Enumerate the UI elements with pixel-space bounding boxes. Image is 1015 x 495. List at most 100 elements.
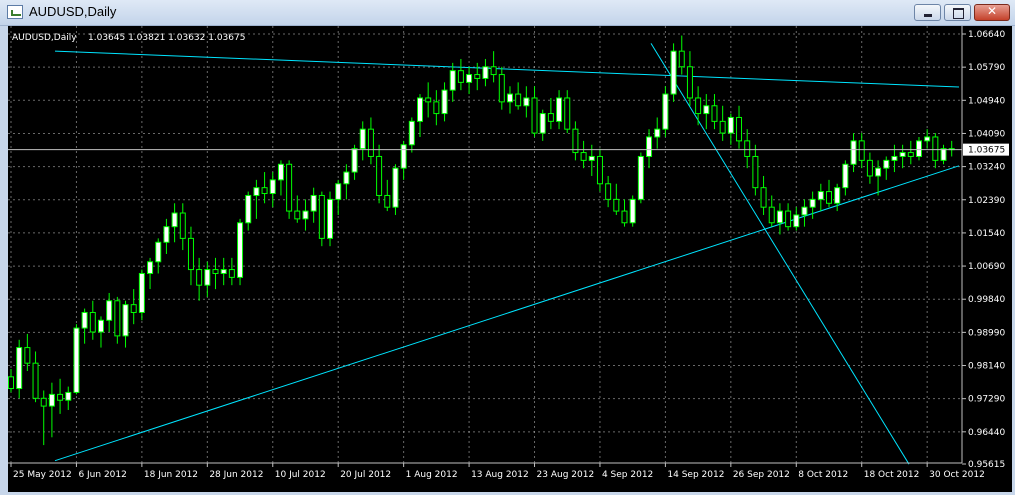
bear-candle-body [580, 152, 587, 161]
bull-candle-body [703, 105, 710, 115]
ohlc-readout: 1.03645 1.03821 1.03632 1.03675 [88, 33, 245, 43]
price-tick-label: 1.01540 [968, 229, 1005, 239]
bull-candle-body [801, 206, 808, 216]
bull-candle-body [654, 128, 661, 138]
price-tick-label: 0.98140 [968, 362, 1005, 372]
bear-candle-body [564, 97, 571, 130]
bear-candle-body [24, 347, 31, 364]
bull-candle-body [817, 191, 824, 200]
candle [73, 324, 80, 395]
last-price-label: 1.03675 [968, 146, 1005, 156]
bull-candle-body [556, 97, 563, 122]
price-tick-label: 1.03240 [968, 163, 1005, 173]
bear-candle-body [318, 194, 325, 239]
candlestick-chart[interactable]: 1.06640 1.05790 1.04940 1.04090 1.03240 1.023… [8, 26, 1012, 492]
bull-candle-body [441, 89, 448, 115]
bear-candle-body [425, 97, 432, 103]
bull-candle-body [899, 152, 906, 157]
bear-candle-body [114, 300, 121, 337]
time-tick-label: 28 Jun 2012 [209, 470, 263, 480]
price-tick-label: 0.99840 [968, 295, 1005, 305]
chart-symbol-label: AUDUSD,Daily [12, 33, 77, 43]
candle [629, 195, 636, 227]
bull-candle-body [883, 159, 890, 169]
bear-candle-body [376, 155, 383, 196]
bull-candle-body [809, 198, 816, 208]
bull-candle-body [466, 74, 473, 83]
candle [237, 218, 244, 286]
bear-candle-body [187, 237, 194, 271]
bull-candle-body [106, 300, 113, 321]
bull-candle-body [834, 187, 841, 204]
bear-candle-body [433, 101, 440, 115]
bull-candle-body [351, 148, 358, 173]
minimize-button[interactable] [914, 4, 941, 21]
time-tick-label: 10 Jul 2012 [275, 470, 326, 480]
bull-candle-body [163, 226, 170, 243]
bear-candle-body [457, 70, 464, 83]
bull-candle-body [343, 171, 350, 185]
bear-candle-body [858, 140, 865, 161]
time-tick-label: 13 Aug 2012 [471, 470, 529, 480]
bear-candle-body [932, 136, 939, 161]
bull-candle-body [359, 128, 366, 150]
bull-candle-body [539, 113, 546, 134]
title-bar[interactable]: AUDUSD,Daily [0, 0, 1015, 26]
time-tick-label: 25 May 2012 [13, 470, 72, 480]
bear-candle-body [40, 397, 47, 407]
candle [392, 164, 399, 215]
bear-candle-body [384, 194, 391, 208]
bear-candle-body [678, 50, 685, 68]
time-tick-label: 1 Aug 2012 [406, 470, 458, 480]
price-tick-label: 0.96440 [968, 428, 1005, 438]
candle [138, 269, 145, 321]
chart-window: AUDUSD,Daily 1.06640 1.05790 1.04940 1.0409… [0, 0, 1015, 495]
time-tick-label: 20 Jul 2012 [340, 470, 391, 480]
bull-candle-body [204, 269, 211, 286]
time-tick-label: 14 Sep 2012 [667, 470, 724, 480]
bear-candle-body [907, 152, 914, 157]
price-tick-label: 1.04940 [968, 96, 1005, 106]
bull-candle-body [637, 155, 644, 200]
bull-candle-body [793, 214, 800, 228]
bear-candle-body [752, 155, 759, 189]
bull-candle-body [48, 393, 55, 407]
bull-candle-body [924, 136, 931, 142]
bull-candle-body [122, 304, 129, 337]
close-button[interactable] [974, 4, 1010, 21]
bear-candle-body [768, 206, 775, 224]
bull-candle-body [506, 93, 513, 103]
bear-candle-body [760, 187, 767, 208]
time-tick-label: 8 Oct 2012 [798, 470, 848, 480]
candle [637, 152, 644, 204]
bear-candle-body [179, 212, 186, 239]
bull-candle-body [408, 120, 415, 146]
bull-candle-body [65, 391, 72, 401]
bear-candle-body [515, 93, 522, 107]
bull-candle-body [727, 116, 734, 134]
bull-candle-body [335, 183, 342, 200]
bear-candle-body [695, 97, 702, 115]
price-tick-label: 1.02390 [968, 196, 1005, 206]
maximize-button[interactable] [944, 4, 971, 21]
bear-candle-body [547, 113, 554, 122]
candle [327, 191, 334, 247]
price-tick-label: 1.05790 [968, 63, 1005, 73]
bull-candle-body [269, 179, 276, 195]
bull-candle-body [147, 261, 154, 274]
bull-candle-body [646, 136, 653, 157]
bear-candle-body [531, 97, 538, 134]
bull-candle-body [245, 194, 252, 224]
bull-candle-body [237, 222, 244, 278]
bear-candle-body [130, 304, 137, 313]
bull-candle-body [171, 212, 178, 228]
bull-candle-body [629, 198, 636, 224]
bear-candle-body [613, 198, 620, 212]
bull-candle-body [776, 210, 783, 224]
bull-candle-body [253, 187, 260, 196]
time-tick-label: 26 Sep 2012 [733, 470, 790, 480]
time-tick-label: 18 Oct 2012 [864, 470, 920, 480]
candle [670, 43, 677, 102]
price-tick-label: 0.97290 [968, 395, 1005, 405]
bear-candle-body [490, 66, 497, 76]
